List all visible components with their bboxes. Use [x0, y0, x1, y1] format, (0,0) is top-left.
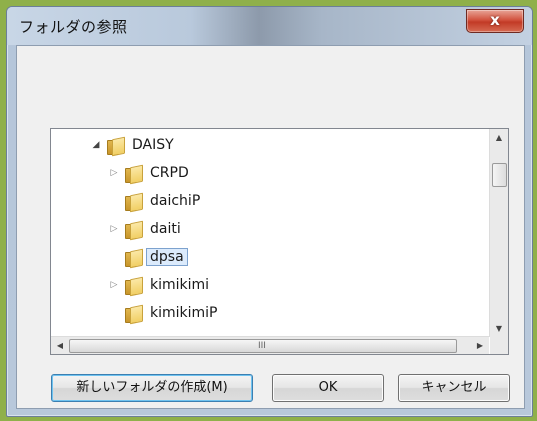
- tree-item-crpd[interactable]: ▷ CRPD: [109, 161, 189, 185]
- tree-item-daiti[interactable]: ▷ daiti: [109, 217, 181, 241]
- scroll-grip: III: [258, 341, 266, 351]
- tree-item-label: dpsa: [146, 248, 188, 266]
- folder-tree-viewport: ◢ DAISY ▷ CRPD daichiP ▷ daiti dpsa ▷ ki…: [51, 129, 489, 337]
- folder-icon: [125, 220, 143, 240]
- folder-icon: [125, 248, 143, 268]
- tree-item-label: kimikimiP: [150, 305, 218, 321]
- folder-icon: [107, 136, 125, 156]
- ok-button[interactable]: OK: [272, 374, 384, 402]
- tree-item-label: CRPD: [150, 165, 189, 181]
- cancel-button[interactable]: キャンセル: [398, 374, 510, 402]
- horizontal-scrollbar[interactable]: ◀ III ▶: [51, 336, 489, 354]
- scroll-down-icon[interactable]: ▼: [490, 320, 508, 337]
- tree-item-daisy[interactable]: ◢ DAISY: [91, 133, 174, 157]
- folder-icon: [125, 192, 143, 212]
- folder-icon: [125, 304, 143, 324]
- collapsed-arrow-icon[interactable]: ▷: [109, 224, 119, 234]
- folder-icon: [125, 276, 143, 296]
- scroll-left-icon[interactable]: ◀: [51, 337, 69, 354]
- vertical-scrollbar[interactable]: ▲ ▼: [489, 129, 508, 337]
- close-icon: x: [490, 11, 500, 29]
- tree-item-daichip[interactable]: daichiP: [125, 189, 200, 213]
- scroll-up-icon[interactable]: ▲: [490, 129, 508, 146]
- scrollbar-corner: [490, 337, 508, 354]
- tree-item-label: kimikimi: [150, 277, 210, 293]
- vertical-scroll-thumb[interactable]: [492, 163, 507, 187]
- dialog-title: フォルダの参照: [19, 18, 128, 36]
- scroll-right-icon[interactable]: ▶: [471, 337, 489, 354]
- tree-item-kimikimip[interactable]: kimikimiP: [125, 301, 218, 325]
- tree-item-kimikimi[interactable]: ▷ kimikimi: [109, 273, 209, 297]
- tree-item-label: daiti: [150, 221, 181, 237]
- expanded-arrow-icon[interactable]: ◢: [91, 140, 101, 150]
- horizontal-scroll-thumb[interactable]: III: [69, 339, 457, 353]
- collapsed-arrow-icon[interactable]: ▷: [109, 280, 119, 290]
- dialog-body: ◢ DAISY ▷ CRPD daichiP ▷ daiti dpsa ▷ ki…: [16, 45, 525, 409]
- close-button[interactable]: x: [466, 9, 524, 33]
- folder-tree[interactable]: ◢ DAISY ▷ CRPD daichiP ▷ daiti dpsa ▷ ki…: [50, 128, 509, 355]
- tree-item-label: DAISY: [132, 137, 174, 153]
- browse-folder-dialog: フォルダの参照 x ◢ DAISY ▷ CRPD daichiP ▷ daiti…: [6, 6, 533, 417]
- folder-icon: [125, 164, 143, 184]
- tree-item-dpsa[interactable]: dpsa: [125, 245, 188, 269]
- new-folder-button[interactable]: 新しいフォルダの作成(M): [51, 374, 253, 402]
- tree-item-label: daichiP: [150, 193, 201, 209]
- title-bar[interactable]: フォルダの参照 x: [7, 7, 532, 45]
- collapsed-arrow-icon[interactable]: ▷: [109, 168, 119, 178]
